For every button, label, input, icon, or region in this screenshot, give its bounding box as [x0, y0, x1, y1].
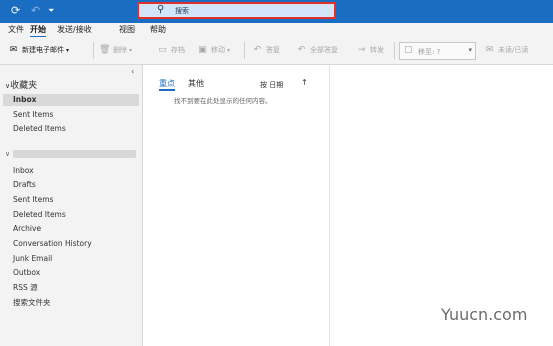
chevron-down-icon[interactable]: ▾ [227, 47, 230, 54]
move-button[interactable]: ▣ 移动 ▾ [197, 43, 230, 57]
folder-sent-items[interactable]: Sent Items [13, 194, 53, 206]
move-folder-icon: ▣ [198, 44, 207, 55]
message-list-pane [143, 65, 330, 346]
empty-list-message: 找不到要在此处显示的任何内容。 [174, 97, 272, 105]
reply-icon: ↶ [253, 44, 262, 55]
chevron-down-icon[interactable]: ▾ [66, 47, 69, 54]
favorites-title: 收藏夹 [10, 81, 38, 91]
favorite-sent-items[interactable]: Sent Items [13, 109, 53, 121]
folder-outbox[interactable]: Outbox [13, 267, 40, 279]
unread-read-button[interactable]: ✉ 未读/已读 [484, 43, 529, 57]
search-icon: ⚲ [157, 4, 165, 15]
undo-icon[interactable]: ↶ [31, 4, 40, 18]
mail-icon: ✉ [9, 44, 18, 55]
forward-icon: → [357, 44, 366, 55]
customize-arrow-icon[interactable]: ⏷ [48, 4, 54, 18]
menu-view[interactable]: 视图 [119, 25, 135, 35]
trash-icon: 🗑 [99, 44, 111, 55]
ribbon-divider [244, 42, 245, 59]
delete-label: 删除 [113, 46, 127, 54]
folder-conversation-history[interactable]: Conversation History [13, 238, 92, 250]
menu-bar: 文件 开始 发送/接收 视图 帮助 [0, 23, 553, 38]
forward-label: 转发 [370, 46, 384, 54]
quickstep-icon: ▢ [404, 45, 413, 55]
sort-direction-arrow-icon[interactable]: ↑ [301, 78, 308, 87]
tab-focused[interactable]: 重点 [159, 78, 175, 91]
sort-by-date-button[interactable]: 按 日期 [260, 80, 283, 90]
delete-button[interactable]: 🗑 删除 ▾ [99, 43, 132, 57]
reply-button[interactable]: ↶ 答复 [252, 43, 280, 57]
folder-deleted-items[interactable]: Deleted Items [13, 209, 66, 221]
archive-button[interactable]: ▭ 存档 [157, 43, 185, 57]
ribbon-divider [394, 42, 395, 59]
folder-archive[interactable]: Archive [13, 223, 41, 235]
favorite-inbox[interactable]: Inbox [3, 94, 139, 106]
refresh-icon[interactable]: ⟳ [11, 4, 20, 18]
folder-rss[interactable]: RSS 源 [13, 282, 38, 294]
reading-pane [330, 65, 553, 346]
watermark: Yuucn.com [441, 305, 528, 324]
folder-drafts[interactable]: Drafts [13, 179, 36, 191]
favorites-header[interactable]: ∨收藏夹 [5, 78, 37, 91]
search-placeholder: 搜索 [175, 7, 189, 15]
unread-read-label: 未读/已读 [498, 46, 529, 54]
folder-search-folders[interactable]: 搜索文件夹 [13, 297, 51, 309]
archive-icon: ▭ [158, 44, 167, 55]
folder-inbox[interactable]: Inbox [13, 165, 34, 177]
tab-other[interactable]: 其他 [188, 78, 204, 89]
reply-all-icon: ↶ [297, 44, 306, 55]
menu-send-receive[interactable]: 发送/接收 [57, 25, 92, 35]
reply-all-label: 全部答复 [310, 46, 338, 54]
quickstep-label: 移至: ? [418, 48, 441, 56]
new-email-button[interactable]: ✉ 新建电子邮件 ▾ [8, 43, 69, 57]
menu-help[interactable]: 帮助 [150, 25, 166, 35]
reply-label: 答复 [266, 46, 280, 54]
forward-button[interactable]: → 转发 [356, 43, 384, 57]
reply-all-button[interactable]: ↶ 全部答复 [296, 43, 338, 57]
search-box[interactable]: ⚲ 搜索 [137, 2, 336, 19]
ribbon-divider [93, 42, 94, 59]
archive-label: 存档 [171, 46, 185, 54]
folder-junk-email[interactable]: Junk Email [13, 253, 52, 265]
chevron-down-icon[interactable]: ∨ [5, 150, 10, 158]
menu-file[interactable]: 文件 [8, 25, 24, 35]
chevron-down-icon[interactable]: ▾ [129, 47, 132, 54]
chevron-down-icon[interactable]: ▾ [468, 46, 472, 54]
account-name-blurred[interactable] [13, 150, 136, 158]
envelope-icon: ✉ [485, 44, 494, 55]
favorite-deleted-items[interactable]: Deleted Items [13, 123, 66, 135]
title-bar: ⟳ ↶ ⏷ ⚲ 搜索 [0, 0, 553, 23]
quickstep-dropdown[interactable]: ▢ 移至: ? ▾ [399, 42, 476, 60]
collapse-pane-icon[interactable]: ‹ [131, 67, 134, 76]
move-label: 移动 [211, 46, 225, 54]
new-email-label: 新建电子邮件 [22, 46, 64, 54]
